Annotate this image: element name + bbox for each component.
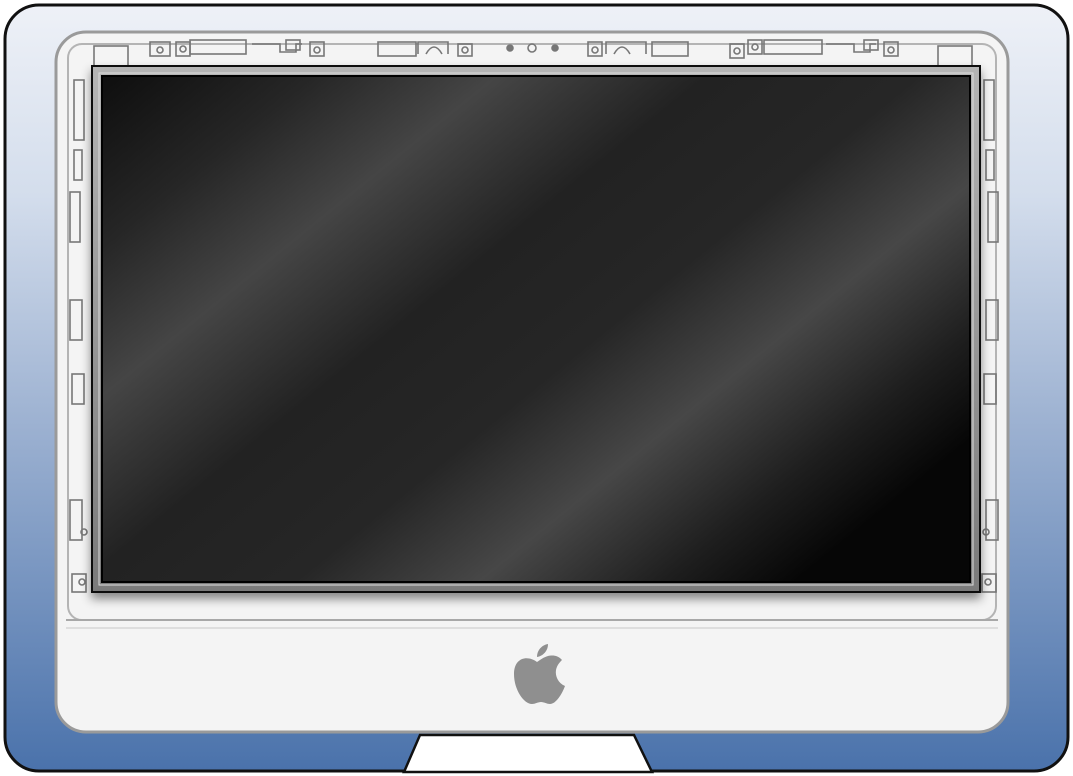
illustration — [3, 3, 1070, 774]
lcd-screen — [101, 75, 971, 583]
stand — [402, 733, 654, 774]
